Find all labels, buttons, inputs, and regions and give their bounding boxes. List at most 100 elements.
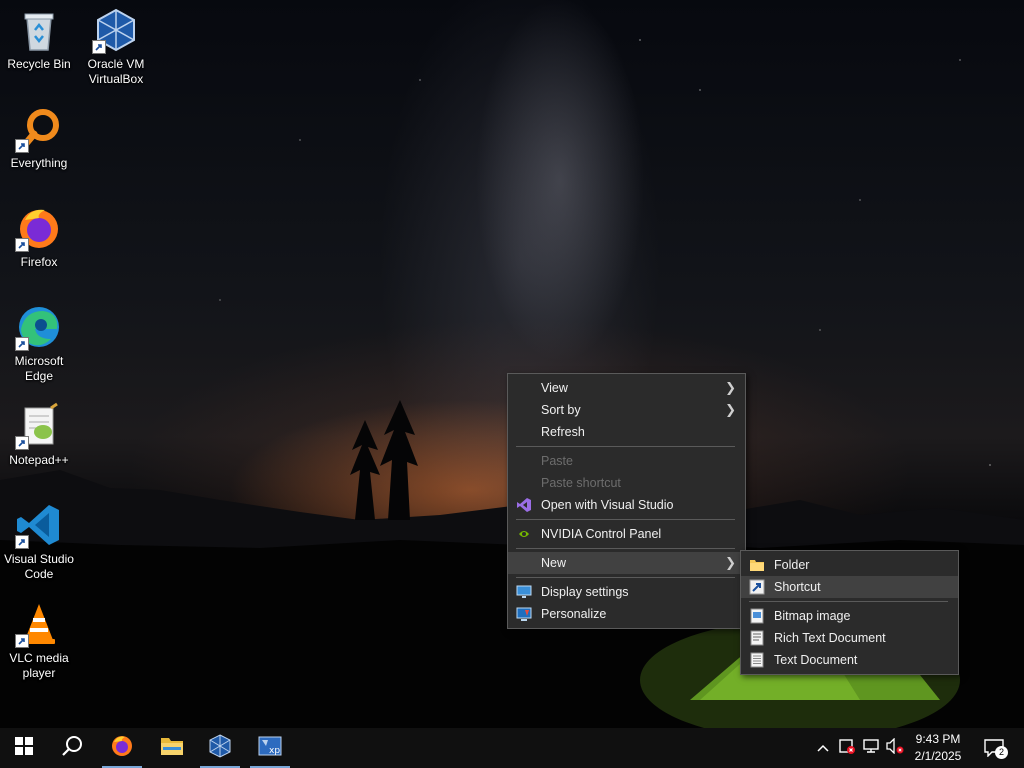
desktop-icon-vlc[interactable]: VLC media player: [1, 600, 77, 681]
menu-item-personalize[interactable]: Personalize: [508, 603, 745, 625]
desktop-icon-label: VLC media: [9, 651, 69, 665]
clock-date: 2/1/2025: [914, 749, 962, 763]
menu-item-label: Shortcut: [774, 580, 821, 594]
taskbar-file-explorer[interactable]: [148, 728, 196, 768]
firefox-icon: [110, 734, 134, 763]
notification-count-badge: 2: [995, 746, 1008, 759]
desktop-context-menu: View ❯ Sort by ❯ Refresh Paste Paste sho…: [507, 373, 746, 629]
desktop-icon-notepadpp[interactable]: Notepad++: [1, 402, 77, 468]
shortcut-arrow-icon: [15, 436, 29, 450]
menu-separator: [516, 519, 735, 520]
text-document-icon: [749, 652, 765, 668]
menu-item-refresh[interactable]: Refresh: [508, 421, 745, 443]
submenu-item-shortcut[interactable]: Shortcut: [741, 576, 958, 598]
menu-item-label: Sort by: [541, 403, 581, 417]
security-warning-icon: [838, 737, 856, 760]
menu-item-label: NVIDIA Control Panel: [541, 527, 662, 541]
taskbar-firefox[interactable]: [98, 728, 146, 768]
virtualbox-icon: [208, 733, 232, 763]
show-hidden-icons-button[interactable]: [813, 738, 833, 758]
menu-separator: [516, 577, 735, 578]
menu-item-label: View: [541, 381, 568, 395]
desktop-icon-label: Oracle VM: [87, 57, 145, 71]
chevron-right-icon: ❯: [725, 555, 736, 570]
tray-security-icon-button[interactable]: [837, 738, 857, 758]
desktop-icon-label: VirtualBox: [88, 72, 144, 86]
svg-text:xp: xp: [269, 746, 280, 756]
menu-separator: [516, 446, 735, 447]
volume-muted-icon: [886, 736, 904, 759]
nvidia-icon: [516, 526, 532, 542]
menu-item-label: Display settings: [541, 585, 629, 599]
vlc-icon: [15, 600, 63, 648]
network-icon: [862, 738, 880, 759]
recycle-bin-icon: [15, 6, 63, 54]
desktop-icon-virtualbox[interactable]: Oracle VM VirtualBox: [78, 6, 154, 87]
menu-item-sort-by[interactable]: Sort by ❯: [508, 399, 745, 421]
taskbar-virtualbox[interactable]: [196, 728, 244, 768]
menu-item-label: Open with Visual Studio: [541, 498, 674, 512]
shortcut-arrow-icon: [15, 535, 29, 549]
menu-item-view[interactable]: View ❯: [508, 377, 745, 399]
desktop-icon-label: player: [22, 666, 56, 680]
notepadpp-icon: [15, 402, 63, 450]
shortcut-arrow-icon: [15, 238, 29, 252]
desktop-icon-recycle-bin[interactable]: Recycle Bin: [1, 6, 77, 72]
edge-icon: [15, 303, 63, 351]
desktop-icon-label: Firefox: [20, 255, 58, 269]
new-submenu: Folder Shortcut Bitmap image Rich Text D…: [740, 550, 959, 675]
menu-item-label: Refresh: [541, 425, 585, 439]
chevron-right-icon: ❯: [725, 402, 736, 417]
desktop-icon-edge[interactable]: Microsoft Edge: [1, 303, 77, 384]
search-button[interactable]: [48, 728, 96, 768]
clock-time: 9:43 PM: [915, 732, 961, 746]
virtualbox-icon: [92, 6, 140, 54]
menu-item-open-with-visual-studio[interactable]: Open with Visual Studio: [508, 494, 745, 516]
menu-item-label: Paste shortcut: [541, 476, 621, 490]
menu-item-paste[interactable]: Paste: [508, 450, 745, 472]
menu-item-label: Folder: [774, 558, 810, 572]
shortcut-arrow-icon: [15, 139, 29, 153]
bitmap-image-icon: [749, 608, 765, 624]
vscode-icon: [15, 501, 63, 549]
desktop-icon-label: Code: [24, 567, 54, 581]
desktop-icon-vscode[interactable]: Visual Studio Code: [1, 501, 77, 582]
menu-item-nvidia-control-panel[interactable]: NVIDIA Control Panel: [508, 523, 745, 545]
rich-text-document-icon: [749, 630, 765, 646]
submenu-item-bitmap-image[interactable]: Bitmap image: [741, 605, 958, 627]
chevron-right-icon: ❯: [725, 380, 736, 395]
desktop-icon-firefox[interactable]: Firefox: [1, 204, 77, 270]
personalize-icon: [516, 606, 532, 622]
menu-item-label: Bitmap image: [774, 609, 851, 623]
menu-separator: [749, 601, 948, 602]
submenu-item-folder[interactable]: Folder: [741, 554, 958, 576]
taskbar-xp-vm[interactable]: xp: [246, 728, 294, 768]
menu-item-new[interactable]: New ❯: [508, 552, 745, 574]
action-center-button[interactable]: 2: [982, 738, 1008, 759]
menu-item-display-settings[interactable]: Display settings: [508, 581, 745, 603]
start-button[interactable]: [0, 728, 48, 768]
submenu-item-text-document[interactable]: Text Document: [741, 649, 958, 671]
search-icon: [61, 735, 83, 762]
menu-item-label: Personalize: [541, 607, 607, 621]
taskbar: xp 9:43 PM 2/1/2025 2: [0, 728, 1024, 768]
notification-icon: 2: [984, 739, 1008, 759]
desktop-icon-label: Everything: [10, 156, 68, 170]
desktop-icon-label: Notepad++: [9, 453, 69, 467]
submenu-item-rich-text-document[interactable]: Rich Text Document: [741, 627, 958, 649]
desktop-icon-label: Visual Studio: [4, 552, 74, 566]
display-settings-icon: [516, 584, 532, 600]
visual-studio-icon: [516, 497, 532, 513]
tray-network-button[interactable]: [861, 738, 881, 758]
firefox-icon: [15, 204, 63, 252]
menu-item-paste-shortcut[interactable]: Paste shortcut: [508, 472, 745, 494]
desktop-icon-everything[interactable]: Everything: [1, 105, 77, 171]
chevron-up-icon: [817, 739, 829, 757]
taskbar-clock[interactable]: 9:43 PM 2/1/2025: [906, 731, 970, 765]
menu-item-label: Text Document: [774, 653, 858, 667]
desktop-icon-label: Edge: [24, 369, 54, 383]
menu-separator: [516, 548, 735, 549]
menu-item-label: New: [541, 556, 567, 570]
desktop-icon-label: Recycle Bin: [7, 57, 71, 71]
tray-volume-button[interactable]: [885, 736, 905, 759]
